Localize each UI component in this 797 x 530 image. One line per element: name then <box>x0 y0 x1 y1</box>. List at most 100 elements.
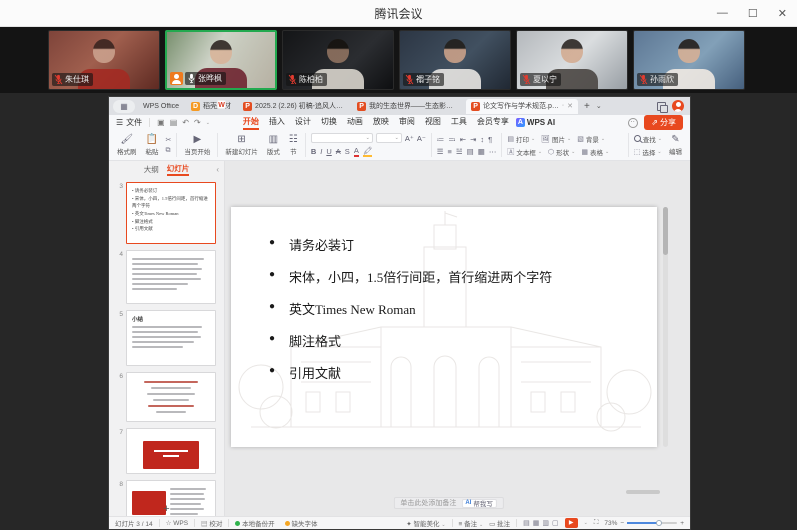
current-slide[interactable]: ●请务必装订●宋体，小四，1.5倍行间距，首行缩进两个字符●英文Times Ne… <box>231 207 657 447</box>
ai-notes-button[interactable]: AI 帮我写 <box>461 499 497 508</box>
slide-bullet-list[interactable]: ●请务必装订●宋体，小四，1.5倍行间距，首行缩进两个字符●英文Times Ne… <box>269 235 637 395</box>
paste-button[interactable]: 📋 粘贴 <box>144 134 161 156</box>
print-icon[interactable]: ▤ <box>170 118 178 127</box>
folder-view-icon[interactable]: ▢ <box>552 519 559 527</box>
menu-放映[interactable]: 放映 <box>373 115 389 130</box>
tab-list-caret-icon[interactable]: ⌄ <box>596 102 602 110</box>
notes-bar[interactable]: 单击此处添加备注 AI 帮我写 <box>393 497 504 509</box>
feedback-smiley-icon[interactable] <box>628 118 638 128</box>
share-button[interactable]: ⇗ 分享 <box>644 115 683 130</box>
strikethrough-button[interactable]: A <box>336 147 341 156</box>
wps-home-button[interactable]: ▦ <box>113 100 135 113</box>
italic-button[interactable]: I <box>320 147 322 156</box>
local-backup-status[interactable]: 本地备份开 <box>235 518 274 528</box>
participant-tile[interactable]: 张晔枫 <box>165 30 277 90</box>
undo-icon[interactable]: ↶ <box>182 118 189 127</box>
menu-设计[interactable]: 设计 <box>295 115 311 130</box>
slide-thumbnail[interactable] <box>126 250 216 304</box>
cut-icon[interactable]: ✂ <box>166 136 172 144</box>
normal-view-icon[interactable]: ▤ <box>523 519 530 527</box>
slide-layout-button[interactable]: ▥ 版式 <box>265 134 282 156</box>
background-button[interactable]: ▧背景⌄ <box>577 134 605 144</box>
participant-tile[interactable]: 夏以宁 <box>516 30 628 90</box>
document-tab[interactable]: P2025.2 (2.26) 初稿-追风人5.1 <box>238 99 350 114</box>
panel-collapse-icon[interactable]: ‹ <box>216 165 219 174</box>
menu-视图[interactable]: 视图 <box>425 115 441 130</box>
menu-插入[interactable]: 插入 <box>269 115 285 130</box>
missing-font-warning[interactable]: 缺失字体 <box>285 518 318 528</box>
minimize-button[interactable]: — <box>717 7 728 19</box>
new-tab-button[interactable]: + <box>581 101 593 112</box>
document-tab[interactable]: P论文写作与学术规范.pptx◦✕ <box>466 99 578 114</box>
reading-view-icon[interactable]: ▥ <box>542 519 549 527</box>
justify-icon[interactable]: ▤ <box>467 147 474 156</box>
notes-toggle-button[interactable]: ≡ 备注 ⌄ <box>459 518 484 528</box>
file-menu[interactable]: ☰ 文件 <box>116 117 142 128</box>
participant-tile[interactable]: 陈柏柏 <box>282 30 394 90</box>
table-button[interactable]: ▦表格⌄ <box>581 147 609 157</box>
slide-thumbnail[interactable]: • 请务必装订• 宋体，小四，1.5倍行间距，首行缩进两个字符• 英文Times… <box>126 182 216 244</box>
highlight-button[interactable]: 🖍 <box>363 146 373 157</box>
quick-access-caret-icon[interactable]: ⌄ <box>206 120 210 126</box>
wps-ai-menu[interactable]: A WPS AI <box>516 118 555 127</box>
select-button[interactable]: ⬚选择⌄ <box>634 147 662 157</box>
slide-thumbnail[interactable] <box>126 372 216 422</box>
tab-slides[interactable]: 幻灯片 <box>167 163 190 176</box>
textbox-button[interactable]: 🄰文本框⌄ <box>507 147 542 157</box>
font-name-select[interactable]: ⌄ <box>311 133 373 143</box>
underline-button[interactable]: U <box>326 147 331 156</box>
participant-tile[interactable]: 禤子铭 <box>399 30 511 90</box>
more-paragraph-icon[interactable]: ⋯ <box>489 147 497 156</box>
zoom-out-button[interactable]: − <box>620 520 624 527</box>
zoom-slider[interactable] <box>627 522 677 524</box>
slide-thumbnail[interactable] <box>126 428 216 474</box>
copy-icon[interactable]: ⧉ <box>166 147 172 155</box>
shape-button[interactable]: ⬡形状⌄ <box>548 147 575 157</box>
participant-tile[interactable]: 朱仕琪 <box>48 30 160 90</box>
picture-button[interactable]: 🖼图片⌄ <box>541 134 571 144</box>
wps-status-item[interactable]: ☆ WPS <box>166 519 188 527</box>
print-button[interactable]: ▤打印⌄ <box>507 134 535 144</box>
font-color-button[interactable]: A <box>354 146 359 157</box>
vertical-scrollbar[interactable] <box>663 207 668 447</box>
menu-审阅[interactable]: 审阅 <box>399 115 415 130</box>
tab-outline[interactable]: 大纲 <box>144 164 159 175</box>
edit-mode-button[interactable]: ✎ 编辑 <box>667 134 684 156</box>
slide-sorter-view-icon[interactable]: ▦ <box>533 519 540 527</box>
align-center-icon[interactable]: ≡ <box>448 147 452 156</box>
bullet-list-icon[interactable]: ≔ <box>437 135 445 144</box>
format-painter-button[interactable]: 🖌 格式刷 <box>115 134 139 156</box>
save-icon[interactable]: ▣ <box>157 118 165 127</box>
fullscreen-icon[interactable]: ⛶ <box>594 519 599 527</box>
menu-工具[interactable]: 工具 <box>451 115 467 130</box>
slide-canvas[interactable]: ●请务必装订●宋体，小四，1.5倍行间距，首行缩进两个字符●英文Times Ne… <box>225 161 690 516</box>
text-direction-icon[interactable]: ¶ <box>488 135 492 144</box>
redo-icon[interactable]: ↷ <box>194 118 201 127</box>
outdent-icon[interactable]: ⇤ <box>460 135 466 144</box>
numbered-list-icon[interactable]: ≕ <box>448 135 456 144</box>
maximize-button[interactable]: ☐ <box>748 7 758 20</box>
document-tab[interactable]: P我的生态世界——生态影评电影刊 <box>352 99 464 114</box>
increase-font-icon[interactable]: A⁺ <box>405 134 414 143</box>
find-button[interactable]: 查找⌄ <box>634 134 662 144</box>
add-slide-button[interactable]: + <box>109 503 224 515</box>
notes-placeholder[interactable]: 单击此处添加备注 <box>400 498 456 508</box>
new-slide-button[interactable]: ⊞ 新建幻灯片 <box>223 134 260 156</box>
section-button[interactable]: ☷ 节 <box>287 134 300 156</box>
slide-thumbnail[interactable]: 小结 <box>126 310 216 366</box>
columns-icon[interactable]: ▦ <box>478 147 485 156</box>
tab-pin-icon[interactable]: ◦ <box>562 103 564 109</box>
slideshow-play-button[interactable]: ▶ <box>565 518 578 528</box>
line-spacing-icon[interactable]: ↕ <box>480 135 484 144</box>
document-tab[interactable]: WWPS Office <box>138 99 184 114</box>
menu-动画[interactable]: 动画 <box>347 115 363 130</box>
menu-开始[interactable]: 开始 <box>243 115 259 130</box>
document-tab[interactable]: D稻壳素材 <box>186 99 236 114</box>
proofread-button[interactable]: ▤ 校对 <box>201 518 222 528</box>
close-button[interactable]: ✕ <box>778 7 787 20</box>
align-left-icon[interactable]: ☰ <box>437 147 444 156</box>
decrease-font-icon[interactable]: A⁻ <box>417 134 426 143</box>
horizontal-scrollbar[interactable] <box>626 490 660 494</box>
play-from-current-button[interactable]: ▶ 当页开始 <box>182 134 212 156</box>
bold-button[interactable]: B <box>311 147 316 156</box>
